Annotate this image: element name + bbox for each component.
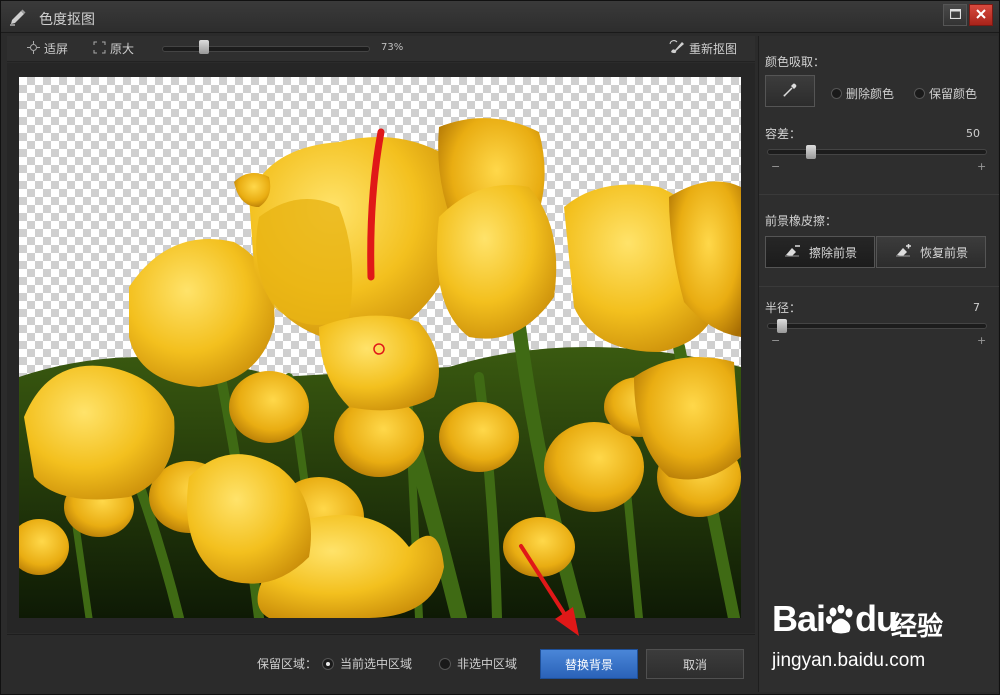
tolerance-increase[interactable]: +	[977, 160, 986, 173]
restore-foreground-label: 恢复前景	[919, 245, 968, 260]
maximize-button[interactable]	[943, 4, 967, 26]
watermark-url: jingyan.baidu.com	[772, 650, 926, 671]
fit-screen-label: 适屏	[44, 42, 69, 56]
erase-foreground-label: 擦除前景	[808, 245, 857, 260]
fit-screen-button[interactable]: 适屏	[27, 40, 68, 57]
eyedropper-icon	[782, 82, 798, 101]
watermark-jingyan: 经验	[891, 612, 944, 642]
close-icon	[976, 8, 986, 23]
bottom-bar: 保留区域： 当前选中区域 非选中区域 替换背景 取消	[7, 634, 755, 692]
radio-dot-selected	[831, 88, 842, 99]
keep-current-selection-radio[interactable]: 当前选中区域	[322, 655, 412, 672]
radius-decrease[interactable]: −	[771, 334, 780, 347]
radius-value: 7	[973, 301, 980, 314]
baidu-paw-icon	[825, 602, 855, 634]
panel-divider	[759, 194, 999, 195]
radius-slider-handle[interactable]	[777, 319, 788, 333]
reset-cutout-label: 重新抠图	[689, 42, 738, 56]
image-canvas[interactable]	[19, 77, 741, 618]
tolerance-slider-handle[interactable]	[806, 145, 816, 159]
keep-non-selection-radio[interactable]: 非选中区域	[439, 655, 517, 672]
eraser-label: 前景橡皮擦：	[765, 214, 838, 228]
radius-slider[interactable]	[767, 323, 987, 329]
zoom-percent: 73%	[381, 42, 404, 53]
radius-label: 半径：	[765, 301, 802, 315]
window-title: 色度抠图	[39, 12, 95, 28]
delete-color-radio[interactable]: 删除颜色	[831, 85, 894, 102]
eyedropper-button[interactable]	[765, 75, 815, 107]
eraser-minus-icon	[783, 244, 801, 261]
zoom-slider[interactable]	[162, 46, 370, 52]
cancel-button[interactable]: 取消	[646, 649, 744, 679]
keep-color-label: 保留颜色	[929, 87, 978, 101]
original-size-icon	[93, 41, 106, 57]
delete-color-label: 删除颜色	[846, 87, 895, 101]
panel-divider	[759, 286, 999, 287]
baidu-jingyan-watermark: Bai du 经验 jingyan.baidu.com	[766, 586, 996, 681]
red-arrow-annotation	[519, 544, 579, 636]
watermark-brand: Bai du	[772, 598, 898, 639]
reset-cutout-button[interactable]: 重新抠图	[669, 40, 737, 57]
title-bar: 色度抠图	[1, 1, 999, 33]
original-size-button[interactable]: 原大	[93, 40, 134, 57]
fit-screen-icon	[27, 40, 40, 57]
tolerance-slider[interactable]	[767, 149, 987, 155]
keep-color-radio[interactable]: 保留颜色	[914, 85, 977, 102]
tolerance-value: 50	[966, 127, 980, 140]
maximize-icon	[949, 8, 961, 23]
keep-area-label: 保留区域：	[257, 657, 318, 671]
canvas-area	[7, 63, 755, 633]
keep-current-selection-label: 当前选中区域	[340, 657, 413, 671]
tulip-photo	[19, 118, 741, 618]
restore-foreground-button[interactable]: 恢复前景	[876, 236, 986, 268]
chroma-cutout-window: 色度抠图 适屏 原大 73% 重新抠图 保留区域： 当前选中区域 非选中区域 替…	[0, 0, 1000, 695]
original-size-label: 原大	[110, 42, 135, 56]
tolerance-decrease[interactable]: −	[771, 160, 780, 173]
zoom-slider-handle[interactable]	[198, 40, 209, 54]
radius-increase[interactable]: +	[977, 334, 986, 347]
keep-non-selection-label: 非选中区域	[457, 657, 518, 671]
radio-dot	[914, 88, 925, 99]
brush-reset-icon	[669, 40, 685, 57]
eraser-plus-icon	[894, 243, 912, 261]
erase-foreground-button[interactable]: 擦除前景	[765, 236, 875, 268]
close-button[interactable]	[969, 4, 993, 26]
replace-background-button[interactable]: 替换背景	[540, 649, 638, 679]
pen-tool-icon	[9, 8, 27, 26]
radio-dot	[439, 657, 451, 670]
tolerance-label: 容差：	[765, 127, 802, 141]
canvas-toolbar: 适屏 原大 73% 重新抠图	[7, 36, 755, 62]
color-pick-label: 颜色吸取：	[765, 55, 826, 69]
radio-dot-selected	[322, 657, 334, 670]
